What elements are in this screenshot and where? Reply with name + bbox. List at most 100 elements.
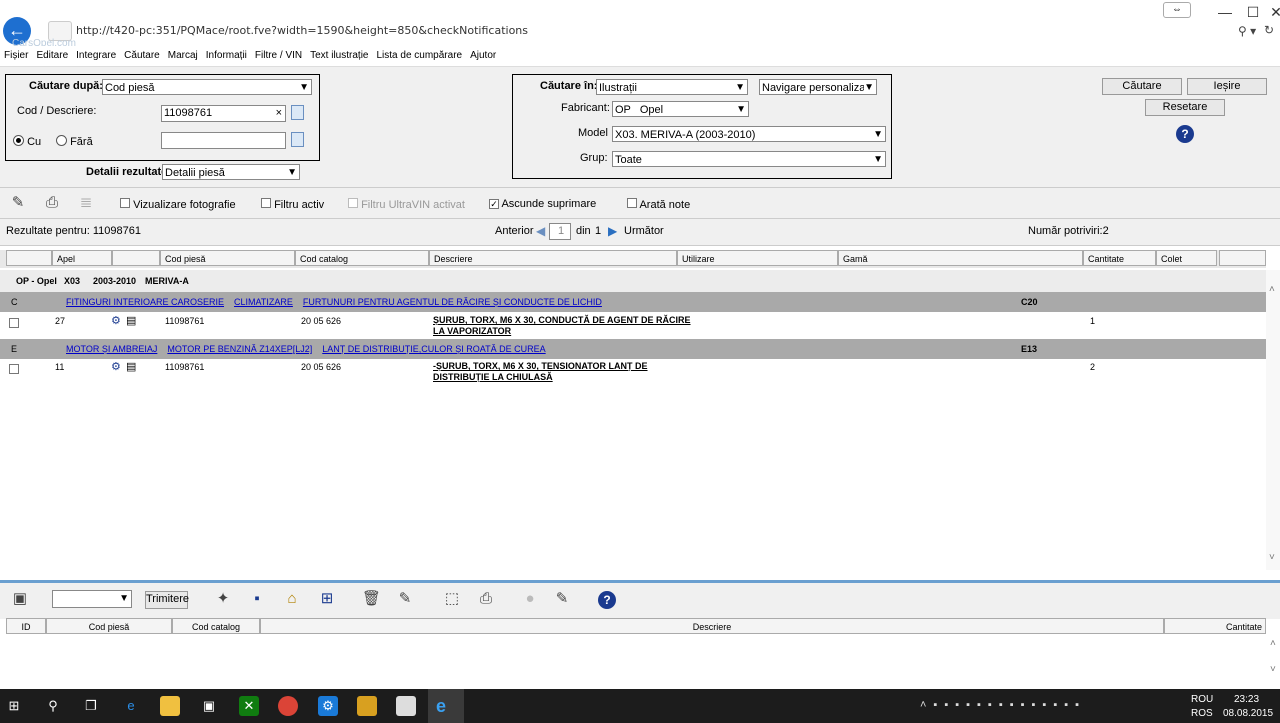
hide-deletion-checkbox[interactable]: ✓ Ascunde suprimare: [489, 198, 596, 210]
previous-arrow-icon[interactable]: ◀: [536, 224, 545, 238]
help-icon[interactable]: ?: [598, 591, 616, 609]
group-path-link[interactable]: CLIMATIZARE: [234, 297, 293, 307]
clear-icon[interactable]: ×: [276, 106, 282, 121]
close-icon[interactable]: ✕: [1262, 2, 1280, 22]
col-description[interactable]: Descriere: [260, 618, 1164, 634]
xbox-icon[interactable]: ✕: [239, 696, 259, 716]
address-bar[interactable]: http://t420-pc:351/PQMace/root.fve?width…: [76, 24, 528, 37]
lang-secondary[interactable]: ROS: [1191, 708, 1213, 719]
menu-help[interactable]: Ajutor: [466, 46, 500, 66]
code-input[interactable]: 11098761 ×: [161, 105, 286, 122]
info-icon[interactable]: ⚙: [111, 314, 121, 327]
col-catalog[interactable]: Cod catalog: [172, 618, 260, 634]
menu-bookmark[interactable]: Marcaj: [164, 46, 202, 66]
tray-icons[interactable]: ˄▪▪▪▪▪▪▪▪▪▪▪▪▪▪: [920, 699, 1086, 711]
lang-primary[interactable]: ROU: [1191, 694, 1213, 705]
add-icon[interactable]: ⊞: [318, 590, 336, 608]
scroll-up-icon[interactable]: ˄: [1269, 284, 1275, 295]
note-icon[interactable]: ▤: [126, 314, 136, 327]
scroll-down-icon[interactable]: ˅: [1270, 664, 1276, 675]
save-list-icon[interactable]: ▣: [11, 590, 29, 608]
print-icon[interactable]: ⎙: [43, 194, 61, 212]
note-icon[interactable]: ▤: [126, 360, 136, 373]
reset-button[interactable]: Resetare: [1145, 99, 1225, 116]
clock-time[interactable]: 23:23: [1234, 694, 1259, 705]
delete-icon[interactable]: 🗑: [362, 590, 381, 608]
refresh-icon[interactable]: ↻: [1264, 23, 1274, 37]
page-input[interactable]: 1: [549, 223, 571, 240]
list-select[interactable]: ▼: [52, 590, 132, 608]
edit-note-icon[interactable]: ✎: [9, 194, 27, 212]
file-explorer-icon[interactable]: [160, 696, 180, 716]
part-description[interactable]: ȘURUB, TORX, M6 X 30, CONDUCTĂ DE AGENT …: [433, 315, 691, 337]
menu-integration[interactable]: Integrare: [72, 46, 120, 66]
col-part-no[interactable]: Cod piesă: [46, 618, 172, 634]
compat-icon[interactable]: ⇔: [1163, 2, 1191, 18]
edit-icon[interactable]: ✎: [396, 590, 414, 608]
search-icon[interactable]: ⚲ ▾: [1238, 24, 1256, 38]
menu-shopping-list[interactable]: Lista de cumpărare: [372, 46, 466, 66]
open-folder-icon[interactable]: ⌂: [283, 590, 301, 608]
radio-with[interactable]: Cu: [13, 134, 41, 148]
task-view-icon[interactable]: ❐: [81, 696, 101, 716]
table-row[interactable]: 27 ⚙ ▤ 11098761 20 05 626 ȘURUB, TORX, M…: [0, 313, 1266, 339]
scroll-up-icon[interactable]: ˄: [1270, 638, 1276, 649]
col-call[interactable]: Apel: [52, 250, 112, 266]
navigation-select[interactable]: Navigare personalizat ▼: [759, 79, 877, 95]
next-link[interactable]: Următor: [624, 225, 664, 237]
group-select[interactable]: Toate ▼: [612, 151, 886, 167]
edge-icon[interactable]: e: [121, 696, 141, 716]
table-row[interactable]: 11 ⚙ ▤ 11098761 20 05 626 -ȘURUB, TORX, …: [0, 359, 1266, 385]
print-icon[interactable]: ⎙: [477, 590, 495, 608]
part-description[interactable]: -ȘURUB, TORX, M6 X 30, TENSIONATOR LANȚ …: [433, 361, 648, 383]
next-arrow-icon[interactable]: ▶: [608, 224, 617, 238]
notes-icon[interactable]: ✎: [553, 590, 571, 608]
col-range[interactable]: Gamă: [838, 250, 1083, 266]
menu-edit[interactable]: Editare: [32, 46, 72, 66]
store-icon[interactable]: ▣: [199, 696, 219, 716]
show-photos-checkbox[interactable]: Vizualizare fotografie: [120, 198, 236, 211]
col-quantity[interactable]: Cantitate: [1083, 250, 1156, 266]
model-select[interactable]: X03. MERIVA-A (2003-2010) ▼: [612, 126, 886, 142]
search-by-select[interactable]: Cod piesă ▼: [102, 79, 312, 95]
app-icon[interactable]: [357, 696, 377, 716]
show-notes-checkbox[interactable]: Arată note: [627, 198, 690, 211]
group-path-link[interactable]: FITINGURI INTERIOARE CAROSERIE: [66, 297, 224, 307]
menu-illustration-text[interactable]: Text ilustrație: [306, 46, 372, 66]
group-path-link[interactable]: MOTOR PE BENZINĂ Z14XEP[LJ2]: [167, 344, 312, 354]
export-icon[interactable]: ⬚: [443, 590, 461, 608]
group-path-link[interactable]: FURTUNURI PENTRU AGENTUL DE RĂCIRE ȘI CO…: [303, 297, 602, 307]
new-icon[interactable]: ✦: [214, 590, 232, 608]
lookup-doc-icon[interactable]: [291, 132, 304, 147]
previous-link[interactable]: Anterior: [495, 225, 534, 237]
result-details-select[interactable]: Detalii piesă ▼: [162, 164, 300, 180]
lookup-doc-icon[interactable]: [291, 105, 304, 120]
menu-info[interactable]: Informații: [202, 46, 251, 66]
col-part-no[interactable]: Cod piesă: [160, 250, 295, 266]
minimize-icon[interactable]: —: [1211, 2, 1239, 22]
menu-filters[interactable]: Filtre / VIN: [251, 46, 306, 66]
list-icon[interactable]: ≣: [77, 194, 95, 212]
menu-search[interactable]: Căutare: [120, 46, 164, 66]
col-description[interactable]: Descriere: [429, 250, 677, 266]
windows-start-icon[interactable]: ⊞: [4, 696, 24, 716]
active-filter-checkbox[interactable]: Filtru activ: [261, 198, 324, 211]
second-code-input[interactable]: [161, 132, 286, 149]
help-icon[interactable]: ?: [1176, 125, 1194, 143]
send-button[interactable]: Trimitere: [145, 591, 189, 609]
info-icon[interactable]: ⚙: [111, 360, 121, 373]
col-catalog[interactable]: Cod catalog: [295, 250, 429, 266]
search-button[interactable]: Căutare: [1102, 78, 1182, 95]
save-icon[interactable]: ▪: [248, 590, 266, 608]
radio-without[interactable]: Fără: [56, 134, 93, 148]
group-path-link[interactable]: LANȚ DE DISTRIBUȚIE,CULOR ȘI ROATĂ DE CU…: [322, 344, 545, 354]
scroll-down-icon[interactable]: ˅: [1269, 552, 1275, 563]
ie-taskbar-item[interactable]: e: [428, 689, 464, 723]
search-icon[interactable]: ⚲: [43, 696, 63, 716]
search-in-select[interactable]: Ilustrații ▼: [596, 79, 748, 95]
row-checkbox[interactable]: [9, 364, 19, 374]
results-scrollbar[interactable]: ˄ ˅: [1266, 270, 1280, 570]
col-quantity[interactable]: Cantitate: [1164, 618, 1266, 634]
exit-button[interactable]: Ieșire: [1187, 78, 1267, 95]
chrome-icon[interactable]: [278, 696, 298, 716]
